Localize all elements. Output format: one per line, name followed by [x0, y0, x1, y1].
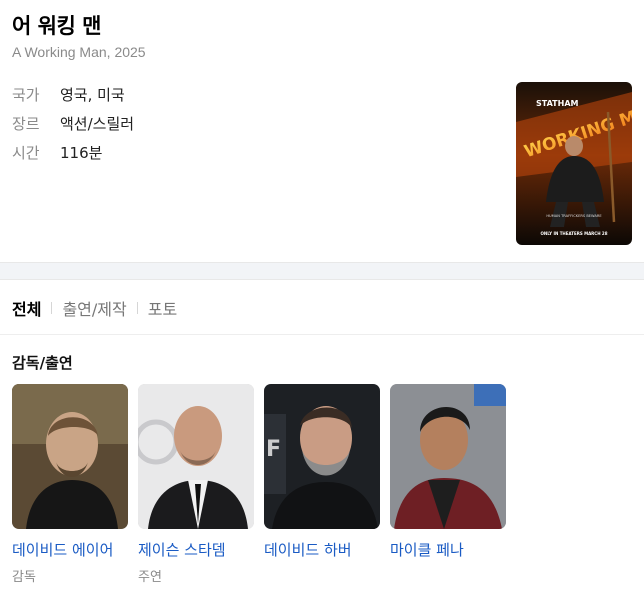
- cast-card[interactable]: 마이클 페나: [390, 384, 506, 566]
- cast-role: 주연: [138, 570, 162, 585]
- cast-role: 감독: [12, 570, 36, 585]
- tab-separator: [136, 301, 138, 314]
- poster-star-name: STATHAM: [536, 99, 579, 108]
- cast-photo[interactable]: [12, 384, 128, 529]
- info-row-country: 국가 영국, 미국: [12, 83, 125, 105]
- cast-name[interactable]: 제이슨 스타뎀: [138, 539, 254, 560]
- svg-text:F: F: [266, 437, 281, 462]
- movie-title: 어 워킹 맨: [12, 14, 101, 38]
- cast-name[interactable]: 마이클 페나: [390, 539, 506, 560]
- info-row-genre: 장르 액션/스릴러: [12, 112, 134, 134]
- tab-photos[interactable]: 포토: [148, 296, 177, 320]
- info-row-runtime: 시간 116분: [12, 141, 102, 163]
- cast-photo[interactable]: [390, 384, 506, 529]
- cast-card[interactable]: 제이슨 스타뎀 주연: [138, 384, 254, 585]
- info-label: 시간: [12, 143, 40, 162]
- cast-name[interactable]: 데이비드 에이어: [12, 539, 128, 560]
- cast-card[interactable]: 데이비드 에이어 감독: [12, 384, 128, 585]
- cast-photo[interactable]: F: [264, 384, 380, 529]
- poster-tagline: HUMAN TRAFFICKERS BEWARE: [546, 214, 602, 218]
- info-label: 국가: [12, 85, 40, 104]
- cast-section-title: 감독/출연: [12, 354, 73, 372]
- tab-cast-crew[interactable]: 출연/제작: [62, 296, 126, 320]
- cast-card[interactable]: F 데이비드 하버: [264, 384, 380, 566]
- info-value: 액션/스릴러: [60, 114, 135, 133]
- info-label: 장르: [12, 114, 40, 133]
- movie-info-panel: 어 워킹 맨 A Working Man, 2025 국가 영국, 미국 장르 …: [0, 0, 644, 262]
- tab-bar: 전체 출연/제작 포토: [0, 281, 644, 335]
- poster-release: ONLY IN THEATERS MARCH 28: [541, 231, 608, 236]
- movie-poster[interactable]: STATHAM WORKING MAN HUMAN TRAFFICKERS BE…: [516, 82, 632, 245]
- tab-separator: [51, 301, 53, 314]
- cast-name[interactable]: 데이비드 하버: [264, 539, 380, 560]
- section-divider: [0, 262, 644, 280]
- tab-all[interactable]: 전체: [12, 296, 41, 320]
- info-value: 116분: [60, 143, 103, 162]
- cast-photo[interactable]: [138, 384, 254, 529]
- info-value: 영국, 미국: [60, 85, 125, 104]
- movie-original-title: A Working Man, 2025: [12, 44, 146, 60]
